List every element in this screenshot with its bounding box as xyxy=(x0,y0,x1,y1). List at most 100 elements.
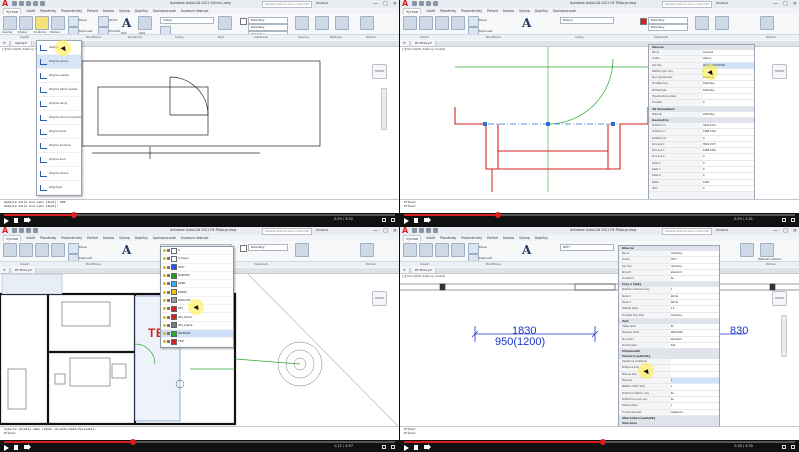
next-icon[interactable] xyxy=(14,445,18,450)
prop-value[interactable]: Ne xyxy=(670,396,719,403)
fullscreen-icon[interactable] xyxy=(791,218,795,222)
search-input[interactable]: Zadejte klíčové slovo nebo frázi xyxy=(262,228,312,235)
doc-tab-start[interactable]: ☰ xyxy=(0,268,10,273)
arc-button[interactable] xyxy=(451,16,465,30)
text-icon[interactable]: A xyxy=(522,17,531,29)
panel-draw[interactable]: Kreslit xyxy=(20,262,29,267)
color-swatch[interactable] xyxy=(240,18,247,25)
layer-color-swatch[interactable] xyxy=(171,280,177,287)
autocad-logo[interactable]: A xyxy=(2,0,8,8)
layer-row[interactable]: 0 xyxy=(161,247,233,256)
sign-in-link[interactable]: Přihlásit xyxy=(316,228,328,232)
circle-button[interactable] xyxy=(435,16,449,30)
arc-button[interactable] xyxy=(51,16,65,30)
video-progress[interactable] xyxy=(4,439,395,445)
new-icon[interactable] xyxy=(412,1,417,6)
window-controls[interactable]: — □ ✕ xyxy=(773,0,797,8)
video-progress[interactable] xyxy=(404,439,795,445)
sign-in-link[interactable]: Přihlásit xyxy=(316,1,328,5)
progress-thumb[interactable] xyxy=(494,212,501,218)
base-view-button[interactable] xyxy=(360,243,374,257)
prop-value[interactable]: DleVrstvy xyxy=(670,312,719,318)
layer-row[interactable]: ZDI_výplně xyxy=(161,322,233,330)
progress-thumb[interactable] xyxy=(600,439,607,445)
menu-item[interactable]: Polyline oblouk xyxy=(37,55,81,69)
next-icon[interactable] xyxy=(14,218,18,223)
linetype-dropdown[interactable]: DleVrstvy xyxy=(248,24,288,31)
quick-access-toolbar[interactable] xyxy=(412,228,438,233)
group-button[interactable] xyxy=(740,243,754,257)
view-cube[interactable]: HORNÍ xyxy=(772,291,787,306)
panel-annotation[interactable]: Poznámky xyxy=(128,35,142,40)
menu-item[interactable]: Polyline úsečka xyxy=(37,69,81,83)
doc-tab-drawing[interactable]: DF Půdorys* xyxy=(12,268,37,273)
panel-properties[interactable]: Vlastnosti xyxy=(254,262,268,267)
video-progress[interactable] xyxy=(404,212,795,218)
polyline-button[interactable] xyxy=(19,16,33,30)
sign-in-link[interactable]: Přihlásit xyxy=(716,1,728,5)
move-button[interactable] xyxy=(468,16,479,27)
layer-color-swatch[interactable] xyxy=(171,338,177,345)
open-icon[interactable] xyxy=(419,1,424,6)
close-icon[interactable]: ✕ xyxy=(793,227,797,235)
command-line[interactable]: Příkaz: Příkaz: xyxy=(400,426,799,440)
fullscreen-icon[interactable] xyxy=(791,445,795,449)
layer-color-swatch[interactable] xyxy=(171,322,177,329)
open-icon[interactable] xyxy=(19,228,24,233)
panel-view[interactable]: Pohled xyxy=(366,262,375,267)
command-line[interactable]: Zadejte další bod nebo [Zpět]: 900 Zadej… xyxy=(0,199,399,213)
menu-item[interactable]: Polyline body xyxy=(37,125,81,139)
layer-row[interactable]: POPISY xyxy=(161,288,233,297)
clipboard-button[interactable] xyxy=(335,16,349,30)
maximize-icon[interactable]: □ xyxy=(783,227,788,235)
polyline-button[interactable] xyxy=(419,16,433,30)
prop-value[interactable]: KÓTY xyxy=(670,257,719,263)
layer-row[interactable]: 0_hlavní xyxy=(161,255,233,264)
prop-value[interactable]: 1 xyxy=(670,384,719,390)
close-icon[interactable]: ✕ xyxy=(793,0,797,8)
arc-button[interactable] xyxy=(51,243,65,257)
prop-value[interactable]: DleVrstvy xyxy=(670,263,719,269)
panel-modify[interactable]: Modifikace xyxy=(486,35,501,40)
prop-value[interactable]: 0 xyxy=(703,173,754,179)
search-input[interactable]: Zadejte klíčové slovo nebo frázi xyxy=(262,1,312,8)
minimize-icon[interactable]: — xyxy=(773,0,778,8)
prop-value[interactable]: 0 xyxy=(703,185,754,192)
maximize-icon[interactable]: □ xyxy=(383,227,388,235)
prop-value[interactable]: 0 xyxy=(670,287,719,293)
prop-value[interactable]: 0 xyxy=(703,160,754,167)
layer-color-swatch[interactable] xyxy=(171,255,177,262)
panel-draw[interactable]: Kreslit xyxy=(420,35,429,40)
new-icon[interactable] xyxy=(12,1,17,6)
save-icon[interactable] xyxy=(426,228,431,233)
volume-icon[interactable] xyxy=(424,444,431,450)
move-button[interactable] xyxy=(68,243,79,254)
command-line[interactable]: Příkaz: Příkaz: xyxy=(400,199,799,213)
new-icon[interactable] xyxy=(12,228,17,233)
panel-groups[interactable]: Skupiny xyxy=(298,35,309,40)
undo-icon[interactable] xyxy=(433,1,438,6)
close-icon[interactable]: ✕ xyxy=(393,0,397,8)
group-button[interactable] xyxy=(695,16,709,30)
prop-value[interactable]: 0 xyxy=(670,378,719,384)
base-view-button[interactable] xyxy=(360,16,374,30)
undo-icon[interactable] xyxy=(433,228,438,233)
color-dropdown[interactable]: DleVrstvy xyxy=(248,17,288,24)
minimize-icon[interactable]: — xyxy=(373,227,378,235)
group-button[interactable] xyxy=(295,243,309,257)
prop-value[interactable]: DleVrstvy xyxy=(703,87,754,94)
play-icon[interactable] xyxy=(404,218,409,224)
save-icon[interactable] xyxy=(26,228,31,233)
progress-thumb[interactable] xyxy=(130,439,137,445)
prop-value[interactable]: 0 xyxy=(670,403,719,409)
layer-row[interactable]: TEXT xyxy=(161,338,233,347)
layer-color-swatch[interactable] xyxy=(171,305,177,312)
layer-dropdown[interactable]: Vrstva xyxy=(160,17,214,24)
quick-access-toolbar[interactable] xyxy=(12,1,45,6)
menu-item[interactable]: Polyline kruhová xyxy=(37,139,81,153)
layer-row[interactable]: ZAHRADA xyxy=(161,329,233,339)
open-icon[interactable] xyxy=(19,1,24,6)
progress-thumb[interactable] xyxy=(71,212,78,218)
panel-modify[interactable]: Modifikace xyxy=(86,35,101,40)
new-icon[interactable] xyxy=(412,228,417,233)
